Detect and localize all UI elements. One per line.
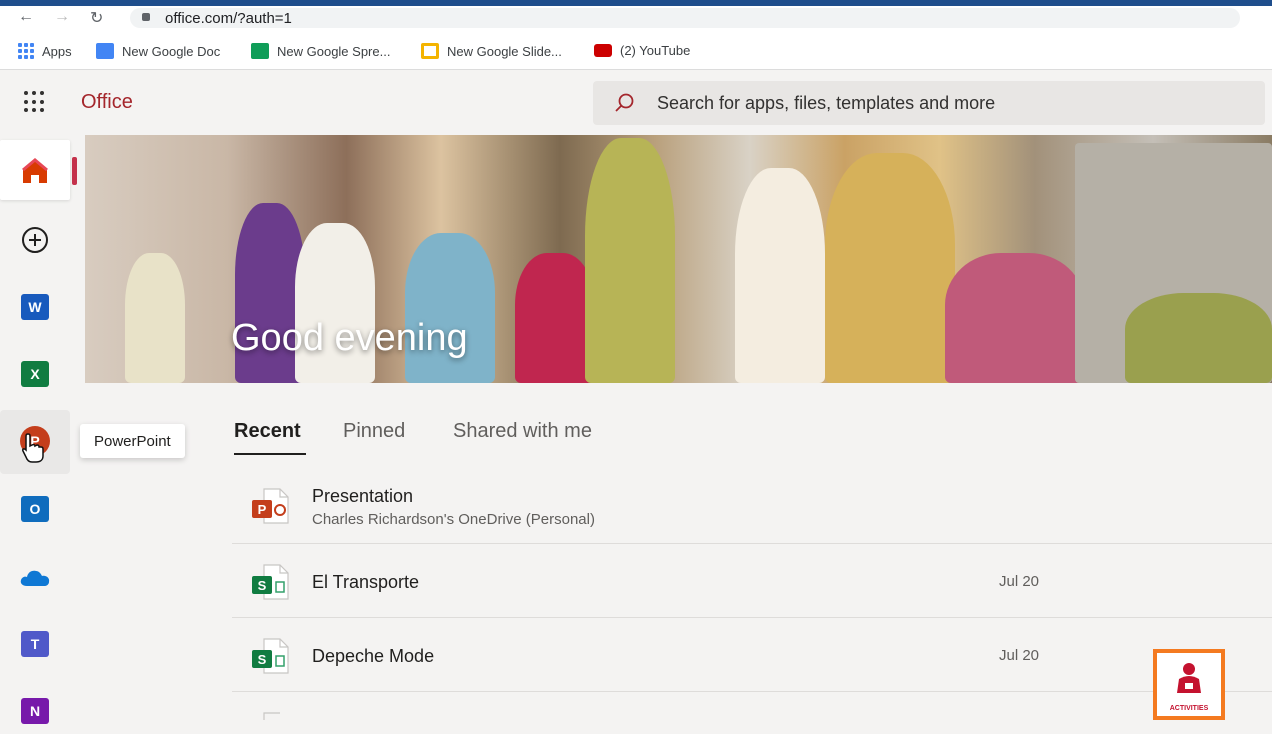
file-icon	[263, 712, 280, 720]
rail-create[interactable]	[12, 217, 58, 263]
bookmarks-bar: Apps New Google Doc New Google Spre... N…	[0, 32, 1272, 70]
powerpoint-tooltip: PowerPoint	[80, 424, 185, 458]
brush-shape	[735, 168, 825, 383]
svg-text:P: P	[258, 502, 267, 517]
hero-banner: Good evening	[85, 135, 1272, 383]
file-name[interactable]: Presentation	[312, 486, 413, 507]
outlook-icon: O	[21, 496, 49, 522]
bookmark-apps[interactable]: Apps	[18, 43, 72, 59]
bookmark-youtube[interactable]: (2) YouTube	[594, 43, 690, 58]
rail-teams[interactable]: T	[12, 621, 58, 667]
office-brand[interactable]: Office	[81, 91, 133, 114]
app-launcher-icon[interactable]	[24, 91, 46, 113]
excel-icon: X	[21, 361, 49, 387]
brush-shape	[945, 253, 1085, 383]
bookmark-label: New Google Spre...	[277, 43, 391, 59]
file-row[interactable]: P Presentation Charles Richardson's OneD…	[232, 470, 1272, 544]
file-row-partial[interactable]	[232, 692, 1272, 720]
badge-text: ACTIVITIES	[1169, 705, 1209, 712]
file-row[interactable]: S Depeche Mode Jul 20	[232, 618, 1272, 692]
search-placeholder[interactable]: Search for apps, files, templates and mo…	[657, 93, 995, 114]
file-name[interactable]: Depeche Mode	[312, 646, 434, 667]
svg-text:S: S	[258, 578, 267, 593]
tab-recent[interactable]: Recent	[234, 420, 301, 443]
onedrive-icon	[20, 570, 50, 586]
file-location: Charles Richardson's OneDrive (Personal)	[312, 511, 595, 528]
onenote-icon: N	[21, 698, 49, 724]
google-slides-icon	[421, 43, 439, 59]
file-date: Jul 20	[999, 647, 1040, 664]
brush-shape	[585, 138, 675, 383]
brush-shape	[515, 253, 595, 383]
watermark-badge: ACTIVITIES	[1153, 649, 1225, 720]
sheets-file-icon: S	[252, 638, 289, 674]
bookmark-label: New Google Doc	[122, 43, 221, 59]
url-text[interactable]: office.com/?auth=1	[165, 10, 292, 27]
rail-powerpoint[interactable]: P	[12, 418, 58, 464]
bookmark-label: New Google Slide...	[447, 43, 562, 59]
svg-text:S: S	[258, 652, 267, 667]
forward-arrow-icon[interactable]: →	[54, 8, 70, 26]
home-active-indicator	[72, 157, 77, 185]
rail-word[interactable]: W	[12, 284, 58, 330]
rail-onedrive[interactable]	[12, 554, 58, 600]
brush-shape	[1125, 293, 1272, 383]
address-bar[interactable]	[130, 8, 1240, 28]
google-sheets-icon	[251, 43, 269, 59]
brush-shape	[405, 233, 495, 383]
google-docs-icon	[96, 43, 114, 59]
teams-icon: T	[21, 631, 49, 657]
left-app-rail: W X P O T N	[0, 135, 70, 724]
file-name[interactable]: El Transporte	[312, 572, 419, 593]
apps-grid-icon	[18, 43, 34, 59]
search-box[interactable]: Search for apps, files, templates and mo…	[593, 81, 1265, 125]
search-icon	[615, 93, 634, 112]
greeting-title: Good evening	[231, 317, 468, 359]
browser-toolbar: ← → ↻ office.com/?auth=1	[0, 6, 1272, 32]
lock-icon	[142, 13, 150, 21]
youtube-icon	[594, 44, 612, 57]
bookmark-google-doc[interactable]: New Google Doc	[96, 43, 220, 59]
bookmark-google-slides[interactable]: New Google Slide...	[421, 43, 562, 59]
file-date: Jul 20	[999, 573, 1040, 590]
office-header: Office Search for apps, files, templates…	[0, 71, 1272, 135]
bookmark-label: Apps	[42, 43, 72, 59]
bookmark-google-sheets[interactable]: New Google Spre...	[251, 43, 390, 59]
hand-cursor-icon	[22, 433, 44, 463]
home-icon	[22, 158, 48, 183]
reload-icon[interactable]: ↻	[90, 8, 103, 28]
brush-shape	[125, 253, 185, 383]
word-icon: W	[21, 294, 49, 320]
activities-logo-icon	[1177, 663, 1201, 693]
tab-shared-with-me[interactable]: Shared with me	[453, 420, 592, 443]
sheets-file-icon: S	[252, 564, 289, 600]
tab-pinned[interactable]: Pinned	[343, 420, 405, 443]
file-row[interactable]: S El Transporte Jul 20	[232, 544, 1272, 618]
tooltip-text: PowerPoint	[94, 432, 171, 450]
back-arrow-icon[interactable]: ←	[18, 8, 34, 26]
bookmark-label: (2) YouTube	[620, 43, 691, 58]
tab-active-underline	[234, 453, 306, 455]
add-circle-icon	[22, 227, 48, 253]
rail-outlook[interactable]: O	[12, 486, 58, 532]
rail-onenote[interactable]: N	[12, 688, 58, 734]
rail-excel[interactable]: X	[12, 351, 58, 397]
powerpoint-file-icon: P	[252, 488, 289, 524]
brush-shape	[825, 153, 955, 383]
rail-home[interactable]	[12, 148, 58, 194]
